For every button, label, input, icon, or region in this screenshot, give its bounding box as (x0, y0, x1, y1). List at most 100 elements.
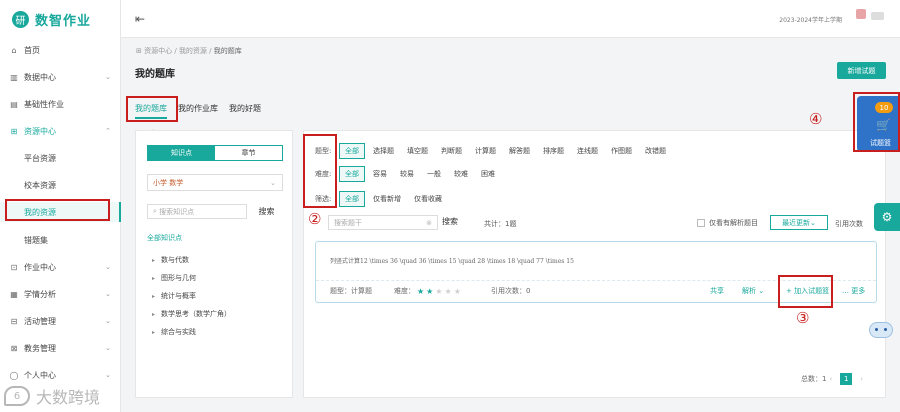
chip[interactable]: 计算题 (470, 144, 501, 158)
chip[interactable]: 改错题 (640, 144, 671, 158)
clear-icon[interactable]: ⊗ (426, 219, 432, 227)
chip[interactable]: 作图题 (606, 144, 637, 158)
tab-my-favorites[interactable]: 我的好题 (229, 103, 261, 119)
watermark-icon: 6 (4, 386, 30, 406)
sidebar-item-activity[interactable]: ⊟ 活动管理 ⌄ (0, 311, 121, 331)
app-logo[interactable]: 研 数智作业 (0, 0, 120, 38)
tab-my-homework[interactable]: 我的作业库 (178, 103, 218, 119)
sort-dropdown[interactable]: 最近更新⌄ (770, 215, 828, 230)
chevron-down-icon: ⌄ (105, 344, 111, 352)
chip[interactable]: 解答题 (504, 144, 535, 158)
sidebar-subitem-wrong-questions[interactable]: 错题集 (0, 230, 121, 250)
question-search-input[interactable]: 搜索题干 ⊗ (328, 215, 438, 230)
avatar[interactable] (856, 9, 866, 19)
chip[interactable]: 全部 (339, 191, 365, 207)
segment-chapter[interactable]: 章节 (215, 146, 282, 160)
highlight-box-my-resource (5, 199, 110, 221)
page-button[interactable]: 1 (840, 373, 853, 385)
filter-type: 题型: 全部 选择题 填空题 判断题 计算题 解答题 排序题 连线题 作图题 改… (315, 143, 674, 159)
tree-item[interactable]: 数学思考（数学广角） (152, 309, 231, 319)
checkbox-label: 仅看有解析题目 (709, 219, 758, 227)
checkbox-box (697, 219, 705, 227)
knowledge-search-input[interactable]: ⌕ 搜索知识点 (147, 204, 247, 219)
sidebar-item-data-center[interactable]: ▥ 数据中心 ⌄ (0, 67, 121, 87)
chip[interactable]: 连线题 (572, 144, 603, 158)
assistant-robot-icon[interactable] (869, 322, 893, 338)
menu-toggle-icon[interactable]: ⇤ (135, 12, 145, 26)
sidebar-item-label: 数据中心 (24, 72, 56, 82)
chip[interactable]: 容易 (368, 167, 392, 181)
knowledge-search-button[interactable]: 搜索 (250, 204, 283, 219)
sidebar-item-label: 个人中心 (24, 370, 56, 380)
chip[interactable]: 排序题 (538, 144, 569, 158)
question-difficulty: 难度： ★ ★ ★ ★ ★ (394, 286, 461, 296)
chip[interactable]: 较易 (395, 167, 419, 181)
segment-knowledge[interactable]: 知识点 (148, 146, 215, 160)
tree-item[interactable]: 图形与几何 (152, 273, 196, 283)
question-text: 列竖式计算12 \times 36 \quad 36 \times 15 \qu… (330, 258, 574, 265)
chip[interactable]: 判断题 (436, 144, 467, 158)
sidebar-item-admin[interactable]: ⊠ 教务管理 ⌄ (0, 338, 121, 358)
prev-page-icon[interactable]: ‹ (829, 375, 832, 383)
all-knowledge-link[interactable]: 全部知识点 (147, 233, 182, 243)
sidebar-item-homework-center[interactable]: ⊡ 作业中心 ⌄ (0, 257, 121, 277)
sidebar-subitem-school[interactable]: 校本资源 (0, 175, 121, 195)
chevron-down-icon: ⌄ (105, 73, 111, 81)
chip[interactable]: 全部 (339, 143, 365, 159)
highlight-box-basket (853, 92, 900, 152)
sidebar-item-home[interactable]: ⌂ 首页 (0, 40, 121, 60)
knowledge-panel: 知识点 章节 小学 数学 ⌄ ⌕ 搜索知识点 搜索 全部知识点 数与代数 图形与… (135, 130, 293, 398)
logo-icon: 研 (12, 10, 29, 28)
sidebar-item-label: 基础性作业 (24, 99, 64, 109)
breadcrumb-sep: / (174, 47, 177, 55)
analysis-only-checkbox[interactable]: 仅看有解析题目 (697, 218, 758, 228)
subject-select[interactable]: 小学 数学 ⌄ (147, 174, 283, 191)
pagination: 总数：1 ‹ 1 › (801, 373, 866, 385)
tree-item[interactable]: 数与代数 (152, 255, 189, 265)
chip[interactable]: 较难 (449, 167, 473, 181)
sidebar-item-label: 资源中心 (24, 126, 56, 136)
pager-total: 总数：1 (801, 375, 827, 383)
sort-use-count[interactable]: 引用次数 (835, 219, 863, 229)
chip[interactable]: 一般 (422, 167, 446, 181)
chevron-up-icon: ⌃ (105, 127, 111, 135)
sidebar-item-basic-homework[interactable]: ▤ 基础性作业 (0, 94, 121, 114)
doc-icon: ▤ (10, 99, 18, 109)
question-used-count: 引用次数：0 (491, 287, 531, 295)
chevron-down-icon: ⌄ (105, 371, 111, 379)
tree-item[interactable]: 综合与实践 (152, 327, 196, 337)
user-name[interactable] (871, 12, 884, 20)
highlight-box-add (778, 275, 833, 308)
breadcrumb-item[interactable]: 我的资源 (179, 47, 207, 55)
chevron-down-icon: ⌄ (105, 317, 111, 325)
tree-item[interactable]: 统计与概率 (152, 291, 196, 301)
chip[interactable]: 全部 (339, 166, 365, 182)
highlight-box-tab (126, 96, 178, 122)
breadcrumb-item[interactable]: 资源中心 (144, 47, 172, 55)
question-search-button[interactable]: 搜索 (442, 216, 458, 227)
analysis-button[interactable]: 解析 ⌄ (742, 286, 764, 296)
filter-difficulty: 难度: 全部 容易 较易 一般 较难 困难 (315, 166, 503, 182)
chip[interactable]: 选择题 (368, 144, 399, 158)
more-button[interactable]: … 更多 (842, 286, 865, 296)
gear-icon[interactable]: ⚙ (874, 203, 900, 231)
admin-icon: ⊠ (10, 343, 18, 353)
next-page-icon[interactable]: › (860, 375, 863, 383)
page-title: 我的题库 (135, 69, 175, 80)
star-icon: ★ (435, 286, 443, 296)
chip[interactable]: 仅看新增 (368, 192, 406, 206)
chip[interactable]: 仅看收藏 (409, 192, 447, 206)
add-question-button[interactable]: 新增试题 (837, 62, 886, 79)
chevron-down-icon: ⌄ (270, 178, 276, 187)
sidebar-item-resource-center[interactable]: ⊞ 资源中心 ⌃ (0, 121, 121, 141)
breadcrumb-current: 我的题库 (213, 47, 242, 55)
knowledge-segment: 知识点 章节 (147, 145, 283, 161)
chip[interactable]: 困难 (476, 167, 500, 181)
question-panel: 题型: 全部 选择题 填空题 判断题 计算题 解答题 排序题 连线题 作图题 改… (303, 130, 886, 398)
share-button[interactable]: 共享 (710, 286, 724, 296)
chart-icon: ▥ (10, 72, 18, 82)
sidebar-subitem-platform[interactable]: 平台资源 (0, 148, 121, 168)
chip[interactable]: 填空题 (402, 144, 433, 158)
sidebar-item-analysis[interactable]: ▦ 学情分析 ⌄ (0, 284, 121, 304)
sidebar-item-profile[interactable]: ◯ 个人中心 ⌄ (0, 365, 121, 385)
